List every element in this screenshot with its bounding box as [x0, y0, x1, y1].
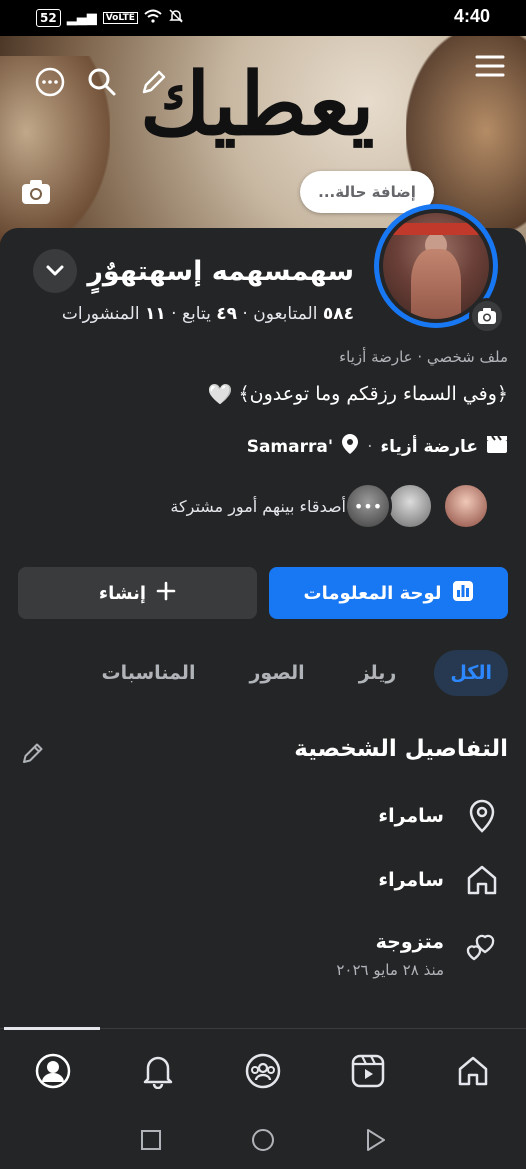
category-text: عارضة أزياء	[380, 436, 478, 457]
white-heart-icon: 🤍	[207, 382, 233, 406]
mute-bell-icon	[168, 8, 184, 28]
tab-reels[interactable]: ريلز	[343, 650, 413, 696]
location-pin-icon	[464, 798, 500, 834]
create-button[interactable]: إنشاء	[18, 567, 257, 619]
home-icon	[464, 862, 500, 898]
edit-details-pencil-icon[interactable]	[18, 738, 48, 768]
tab-events[interactable]: المناسبات	[86, 650, 212, 696]
profile-stats[interactable]: ٥٨٤ المتابعون · ٤٩ يتابع · ١١ المنشورات	[62, 304, 354, 324]
signal-icon: ▂▄▆	[66, 10, 97, 26]
detail-subtext: منذ ٢٨ مايو ٢٠٢٦	[336, 961, 444, 979]
posts-label: المنشورات	[61, 304, 140, 324]
dashboard-button[interactable]: لوحة المعلومات	[269, 567, 508, 619]
battery-icon: 52	[36, 9, 61, 27]
dashboard-chart-icon	[452, 580, 474, 607]
nav-profile-icon[interactable]	[31, 1049, 75, 1093]
nav-reels-icon[interactable]	[346, 1049, 390, 1093]
friend-avatar: •••	[344, 482, 392, 530]
profile-name: سهمسهمه إسهتهوٌرٍ	[87, 255, 354, 287]
switch-profile-button[interactable]	[33, 249, 78, 293]
bottom-navigation	[0, 1027, 526, 1110]
bio-text: ﴿وفي السماء رزقكم وما توعدون﴾	[238, 383, 509, 405]
profile-name-row: سهمسهمه إسهتهوٌرٍ	[33, 248, 354, 294]
tab-all[interactable]: الكل	[434, 650, 508, 696]
dashboard-label: لوحة المعلومات	[303, 582, 442, 604]
edit-pencil-icon[interactable]	[136, 64, 172, 100]
search-icon[interactable]	[84, 64, 120, 100]
location-text[interactable]: Samarra'	[247, 437, 333, 457]
personal-details-title: التفاصيل الشخصية	[294, 736, 508, 762]
nav-home-icon[interactable]	[451, 1049, 495, 1093]
followers-label: المتابعون	[253, 304, 318, 324]
followers-count: ٥٨٤	[322, 304, 354, 324]
profile-bio: ﴿وفي السماء رزقكم وما توعدون﴾ 🤍	[208, 382, 508, 406]
system-navigation-bar	[0, 1110, 526, 1169]
nav-groups-icon[interactable]	[241, 1049, 285, 1093]
status-icons: 52 ▂▄▆ VoLTE	[36, 8, 184, 28]
profile-tabs: الكل ريلز الصور المناسبات	[86, 650, 508, 696]
plus-icon	[156, 581, 176, 606]
status-bar: 52 ▂▄▆ VoLTE 4:40	[0, 0, 526, 36]
detail-text: متزوجة	[375, 931, 444, 953]
relationship-hearts-icon	[464, 928, 500, 964]
avatar-camera-icon[interactable]	[469, 298, 505, 334]
posts-count: ١١	[145, 304, 166, 324]
profile-info-row: عارضة أزياء · Samarra'	[247, 433, 508, 460]
more-options-icon[interactable]	[32, 64, 68, 100]
detail-hometown[interactable]: سامراء	[378, 862, 500, 898]
chevron-down-icon	[46, 265, 64, 276]
create-label: إنشاء	[98, 582, 147, 604]
mutual-friends-text: أصدقاء بينهم أمور مشتركة	[170, 496, 346, 516]
cover-camera-icon[interactable]	[18, 174, 54, 210]
avatar-name-tag	[391, 223, 481, 235]
back-triangle-icon[interactable]	[361, 1126, 389, 1154]
home-circle-icon[interactable]	[249, 1126, 277, 1154]
recent-apps-icon[interactable]	[137, 1126, 165, 1154]
nav-notifications-icon[interactable]	[136, 1049, 180, 1093]
location-pin-small-icon	[341, 433, 359, 460]
detail-text: سامراء	[378, 805, 444, 827]
volte-badge: VoLTE	[102, 12, 138, 24]
profile-subtitle: ملف شخصي · عارضة أزياء	[339, 348, 508, 366]
friend-avatar	[442, 482, 490, 530]
detail-relationship[interactable]: متزوجة منذ ٢٨ مايو ٢٠٢٦	[336, 924, 500, 980]
wifi-icon	[144, 9, 162, 27]
following-count: ٤٩	[216, 304, 237, 324]
menu-icon[interactable]	[472, 48, 508, 84]
separator-dot: ·	[367, 436, 373, 457]
clapperboard-icon	[486, 434, 508, 459]
cover-calligraphy: يعطيك	[140, 54, 375, 155]
active-tab-indicator	[4, 1027, 100, 1030]
following-label: يتابع	[181, 304, 211, 324]
clock: 4:40	[453, 6, 490, 26]
detail-text: سامراء	[378, 869, 444, 891]
tab-photos[interactable]: الصور	[233, 650, 320, 696]
add-status-bubble[interactable]: إضافة حالة...	[300, 171, 434, 213]
friend-avatar	[386, 482, 434, 530]
mutual-friends-row[interactable]: ••• أصدقاء بينهم أمور مشتركة	[170, 482, 490, 530]
detail-current-city[interactable]: سامراء	[378, 798, 500, 834]
